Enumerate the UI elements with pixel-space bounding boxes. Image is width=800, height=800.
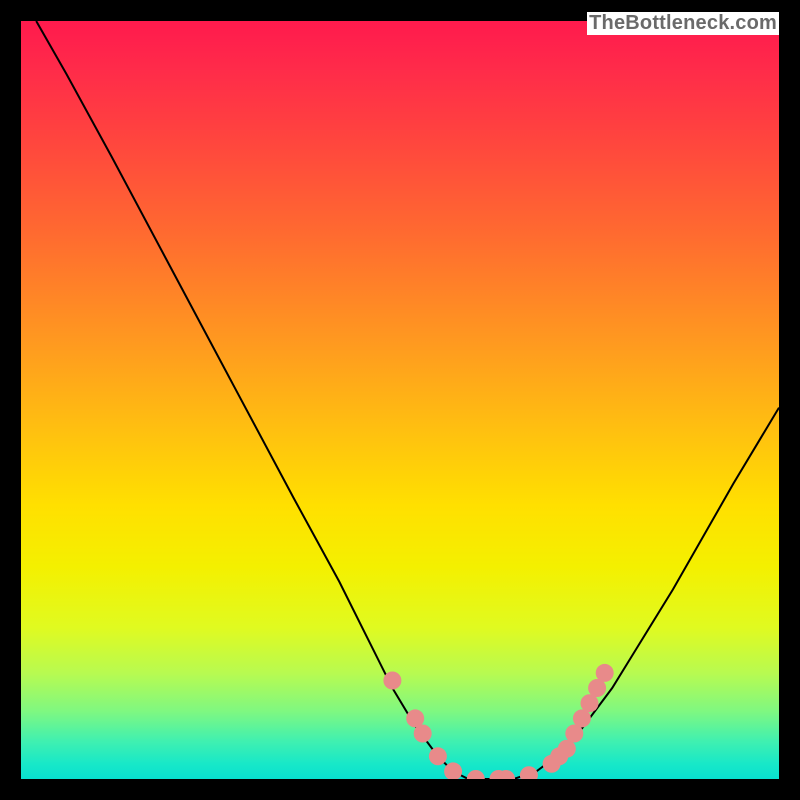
curve-markers <box>383 664 613 779</box>
marker-dot <box>596 664 614 682</box>
marker-dot <box>383 672 401 690</box>
marker-dot <box>520 766 538 779</box>
marker-dot <box>467 770 485 779</box>
chart-frame: TheBottleneck.com <box>10 10 790 790</box>
curve-path <box>36 21 779 779</box>
marker-dot <box>414 725 432 743</box>
bottleneck-curve <box>21 21 779 779</box>
chart-plot-area: TheBottleneck.com <box>21 21 779 779</box>
marker-dot <box>429 747 447 765</box>
